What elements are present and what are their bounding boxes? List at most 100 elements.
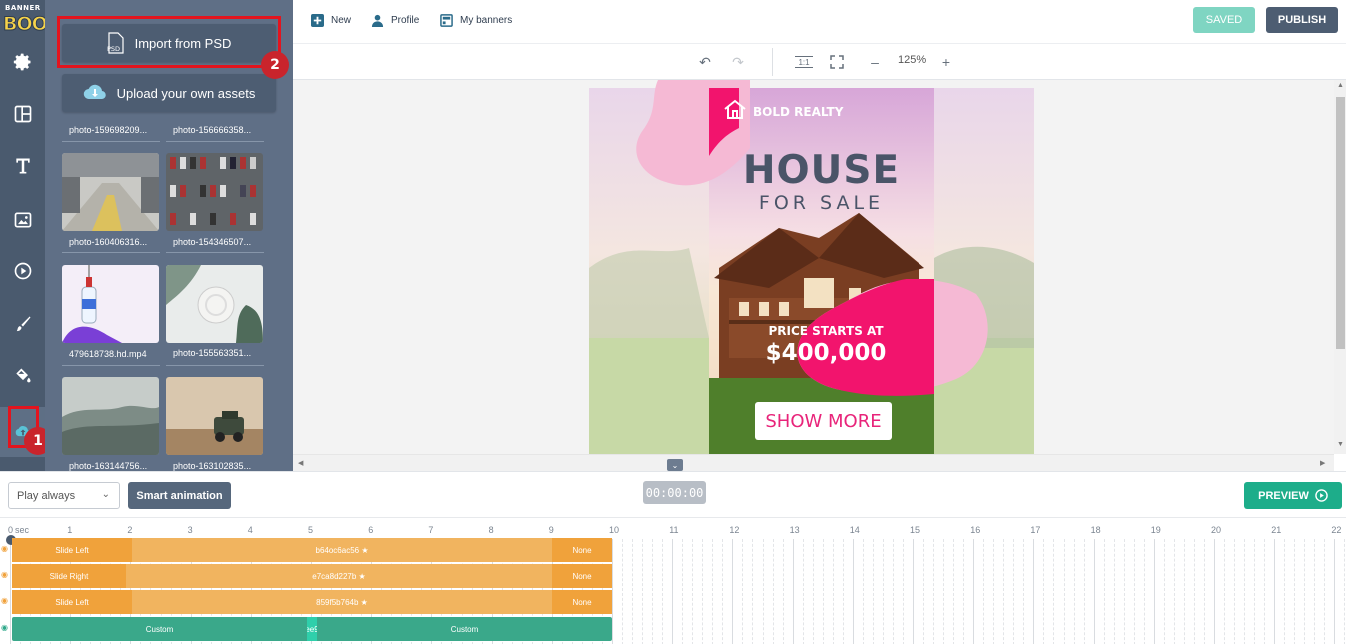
fill-tool[interactable] xyxy=(0,351,45,401)
track-in-animation[interactable]: Slide Left xyxy=(12,590,132,614)
redo-icon: ↷ xyxy=(732,53,744,70)
track-out-animation[interactable]: None xyxy=(552,538,612,562)
scroll-right-icon[interactable]: ▶ xyxy=(1320,459,1325,467)
timeline-grid-line xyxy=(642,539,644,644)
asset-thumbnail[interactable] xyxy=(62,377,159,455)
ruler-tick-label: 5 xyxy=(308,525,314,535)
asset-thumbnail[interactable] xyxy=(166,377,263,455)
timeline-grid-line xyxy=(852,539,854,644)
timeline-tracks: 0 sec 1 2 3 4 5 6 7 8 9 10 11 12 13 14 15 16 17 18 19 20 21 22 … xyxy=(0,517,1346,644)
profile-button[interactable]: Profile xyxy=(371,14,419,27)
ruler-tick-label: 15 xyxy=(910,525,921,535)
track-id-label: e7ca8d227b xyxy=(312,571,357,581)
timeline-grid-line xyxy=(10,539,11,644)
banner-cta-button[interactable]: SHOW MORE xyxy=(755,402,892,440)
vertical-scroll-thumb[interactable] xyxy=(1336,97,1345,349)
track-layer-id: e7ca8d227b ★ xyxy=(126,564,552,588)
banner-text-layer: BOLD REALTY HOUSE FOR SALE xyxy=(709,88,934,454)
timeline-grid-line xyxy=(1203,539,1205,644)
ruler-tick-label: 7 xyxy=(428,525,434,535)
asset-thumbnail[interactable] xyxy=(166,265,263,343)
ruler-tick-label: 17 xyxy=(1030,525,1041,535)
publish-button[interactable]: PUBLISH xyxy=(1266,7,1338,33)
horizontal-scrollbar[interactable]: ◀ ▶ xyxy=(293,454,1334,471)
timeline-grid-line xyxy=(902,539,904,644)
timeline-grid-line xyxy=(722,539,724,644)
timeline-grid-line xyxy=(712,539,714,644)
play-mode-select[interactable]: Play always ⌄ xyxy=(8,482,120,509)
timeline-grid-line xyxy=(993,539,995,644)
smart-animation-button[interactable]: Smart animation xyxy=(128,482,231,509)
animation-track[interactable]: Custom ee9 Custom xyxy=(12,617,612,641)
timeline-grid-line xyxy=(772,539,774,644)
ruler-tick-label: 3 xyxy=(187,525,193,535)
timeline-timer: 00:00:00 xyxy=(643,481,706,504)
zoom-out-button[interactable]: – xyxy=(866,53,884,71)
scroll-down-icon[interactable]: ▼ xyxy=(1337,441,1344,448)
eye-icon[interactable]: ◉ xyxy=(1,596,8,605)
scroll-left-icon[interactable]: ◀ xyxy=(298,459,303,467)
asset-label: photo-159698209... xyxy=(69,125,148,135)
callout-box-2 xyxy=(57,16,281,68)
animation-track[interactable]: Slide Right e7ca8d227b ★ None xyxy=(12,564,612,588)
video-tool[interactable] xyxy=(0,246,45,296)
redo-button[interactable]: ↷ xyxy=(729,53,747,71)
animation-track[interactable]: Slide Left b64oc6ac56 ★ None xyxy=(12,538,612,562)
undo-button[interactable]: ↶ xyxy=(696,53,714,71)
asset-label: photo-156666358... xyxy=(173,125,252,135)
track-layer-id: ee9 xyxy=(307,617,317,641)
star-icon: ★ xyxy=(361,545,369,555)
timeline-grid-line xyxy=(792,539,794,644)
zoom-in-button[interactable]: + xyxy=(937,53,955,71)
my-banners-button[interactable]: My banners xyxy=(440,14,512,27)
timeline-grid-line xyxy=(1314,539,1316,644)
actual-size-button[interactable]: 1:1 xyxy=(795,56,813,68)
timeline-grid-line xyxy=(812,539,814,644)
ruler-tick-label: 0 xyxy=(8,525,14,535)
scroll-up-icon[interactable]: ▲ xyxy=(1337,82,1344,89)
image-tool[interactable] xyxy=(0,195,45,245)
track-out-animation[interactable]: None xyxy=(552,564,612,588)
ruler-tick-label: 20 xyxy=(1211,525,1222,535)
undo-icon: ↶ xyxy=(699,53,711,70)
eye-icon[interactable]: ◉ xyxy=(1,623,8,632)
canvas-stage: BOLD REALTY HOUSE FOR SALE PRICE STARTS … xyxy=(293,80,1334,454)
asset-thumbnail[interactable] xyxy=(166,153,263,231)
ruler-tick-label: 14 xyxy=(849,525,860,535)
track-in-animation[interactable]: Slide Right xyxy=(12,564,126,588)
timeline-grid-line xyxy=(1173,539,1175,644)
eye-icon[interactable]: ◉ xyxy=(1,570,8,579)
app-logo[interactable]: BANNER BOO xyxy=(3,4,49,40)
timeline-grid-line xyxy=(1153,539,1155,644)
paint-bucket-icon xyxy=(15,368,30,383)
banner-brand: BOLD REALTY xyxy=(753,105,844,119)
eye-icon[interactable]: ◉ xyxy=(1,544,8,553)
saved-button[interactable]: SAVED xyxy=(1193,7,1255,33)
fullscreen-button[interactable] xyxy=(828,53,846,71)
text-tool[interactable] xyxy=(0,141,45,191)
timeline-grid-line xyxy=(842,539,844,644)
track-out-animation[interactable]: None xyxy=(552,590,612,614)
asset-label: photo-163144756... xyxy=(69,461,148,471)
asset-thumbnail[interactable] xyxy=(62,153,159,231)
asset-divider xyxy=(166,141,264,142)
new-button[interactable]: New xyxy=(311,14,351,27)
plus-square-icon xyxy=(311,14,324,27)
actual-size-label: 1:1 xyxy=(798,57,810,67)
track-in-animation[interactable]: Custom xyxy=(12,617,307,641)
brush-tool[interactable] xyxy=(0,299,45,349)
timeline-grid-line xyxy=(1113,539,1115,644)
animation-track[interactable]: Slide Left 859f5b764b ★ None xyxy=(12,590,612,614)
toggle-timeline-button[interactable]: ⌄ xyxy=(667,459,683,471)
upload-assets-button[interactable]: Upload your own assets xyxy=(62,74,276,112)
ruler-tick-label: 1 xyxy=(67,525,73,535)
preview-button[interactable]: PREVIEW xyxy=(1244,482,1342,509)
logo-text-top: BANNER xyxy=(5,4,41,12)
track-out-animation[interactable]: Custom xyxy=(317,617,612,641)
banner-price-label: PRICE STARTS AT xyxy=(768,324,884,338)
asset-thumbnail[interactable] xyxy=(62,265,159,343)
asset-divider xyxy=(62,141,160,142)
track-in-animation[interactable]: Slide Left xyxy=(12,538,132,562)
settings-tool[interactable] xyxy=(0,37,45,87)
layout-tool[interactable] xyxy=(0,89,45,139)
